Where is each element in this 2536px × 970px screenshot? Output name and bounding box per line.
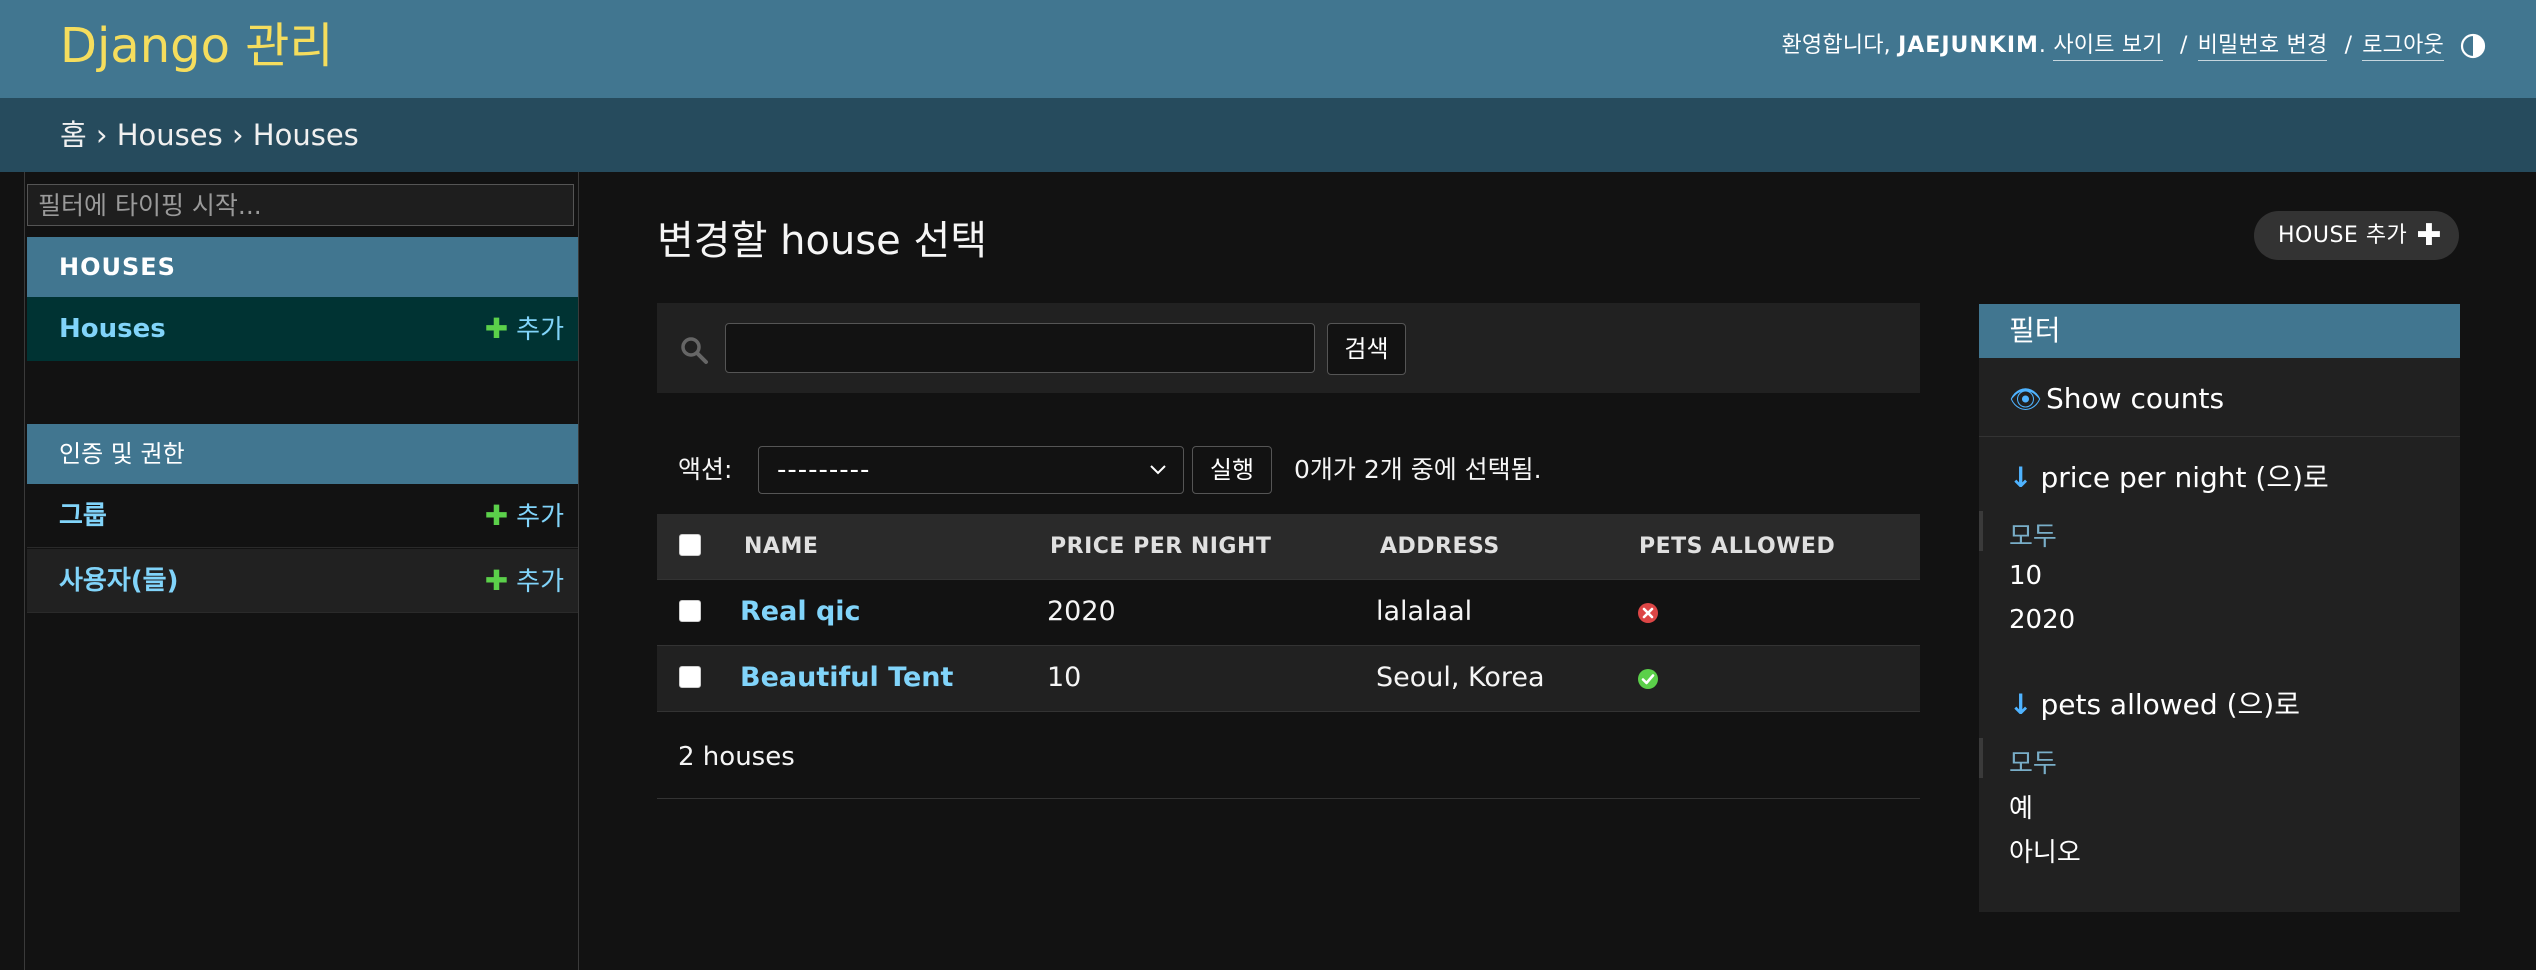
run-action-button[interactable]: 실행 xyxy=(1192,446,1272,494)
filter-heading-pets[interactable]: ↓ pets allowed (으)로 xyxy=(2009,683,2300,723)
filter-title: 필터 xyxy=(1979,304,2460,358)
table-row: Beautiful Tent 10 Seoul, Korea xyxy=(657,646,1920,712)
column-header-price[interactable]: PRICE PER NIGHT xyxy=(1050,514,1271,580)
row-address: Seoul, Korea xyxy=(1376,662,1545,693)
nav-filter-input[interactable] xyxy=(27,184,574,226)
sidebar-item-label[interactable]: 그룹 xyxy=(59,501,107,531)
breadcrumb-separator: › xyxy=(95,118,108,152)
add-group-link[interactable]: ✚ 추가 xyxy=(485,484,564,549)
show-counts-link[interactable]: 👁 Show counts xyxy=(2009,382,2224,415)
header: Django 관리 환영합니다, JAEJUNKIM. 사이트 보기 / 비밀번호… xyxy=(0,0,2536,98)
breadcrumb-home[interactable]: 홈 xyxy=(60,118,87,152)
user-tools: 환영합니다, JAEJUNKIM. 사이트 보기 / 비밀번호 변경 / 로그아웃 xyxy=(1781,28,2444,64)
eye-icon: 👁 xyxy=(2009,385,2043,415)
page-title: 변경할 house 선택 xyxy=(657,218,988,264)
breadcrumb-model: Houses xyxy=(252,118,359,152)
add-house-link[interactable]: ✚ 추가 xyxy=(485,297,564,362)
selected-indicator xyxy=(1979,738,1983,778)
row-price: 2020 xyxy=(1047,596,1116,627)
filter-option[interactable]: 예 xyxy=(2009,788,2033,825)
sidebar-item-groups[interactable]: 그룹 ✚ 추가 xyxy=(27,484,578,548)
filter-option[interactable]: 아니오 xyxy=(2009,832,2081,869)
column-header-address[interactable]: ADDRESS xyxy=(1380,514,1500,580)
column-header-name[interactable]: NAME xyxy=(744,514,818,580)
action-select[interactable]: --------- xyxy=(758,446,1184,494)
paginator: 2 houses xyxy=(657,722,1920,799)
change-password-link[interactable]: 비밀번호 변경 xyxy=(2197,33,2328,61)
module-caption-auth[interactable]: 인증 및 권한 xyxy=(27,424,578,484)
nav-sidebar: HOUSES Houses ✚추가 인증 및 권한 그룹 ✚추가 사용자(들) … xyxy=(24,172,579,970)
chevron-down-icon xyxy=(1150,465,1166,475)
row-name-link[interactable]: Real qic xyxy=(740,580,861,644)
row-checkbox[interactable] xyxy=(679,666,701,688)
search-toolbar: 검색 xyxy=(657,303,1920,393)
plus-icon: ✚ xyxy=(2416,218,2442,253)
table-row: Real qic 2020 lalalaal xyxy=(657,580,1920,646)
welcome-text: 환영합니다, xyxy=(1781,33,1891,58)
add-house-button[interactable]: HOUSE 추가 ✚ xyxy=(2254,211,2459,260)
no-icon xyxy=(1638,603,1658,623)
selected-indicator xyxy=(1979,511,1983,551)
column-header-pets[interactable]: PETS ALLOWED xyxy=(1639,514,1835,580)
breadcrumb-app[interactable]: Houses xyxy=(117,118,223,152)
separator: / xyxy=(2179,33,2188,58)
filter-option-all[interactable]: 모두 xyxy=(2009,743,2057,780)
sidebar-item-houses[interactable]: Houses ✚ 추가 xyxy=(27,297,578,361)
site-branding[interactable]: Django 관리 xyxy=(60,14,334,78)
username: JAEJUNKIM xyxy=(1898,33,2039,58)
add-user-link[interactable]: ✚ 추가 xyxy=(485,549,564,614)
arrow-down-icon: ↓ xyxy=(2009,461,2033,494)
breadcrumb-separator: › xyxy=(231,118,244,152)
row-price: 10 xyxy=(1047,662,1082,693)
actions-label: 액션: xyxy=(678,455,733,484)
breadcrumb: 홈 › Houses › Houses xyxy=(0,98,2536,172)
sidebar-item-users[interactable]: 사용자(들) ✚ 추가 xyxy=(27,549,578,613)
search-input[interactable] xyxy=(725,323,1315,373)
row-checkbox[interactable] xyxy=(679,600,701,622)
filter-panel: 필터 👁 Show counts ↓ price per night (으)로 모두… xyxy=(1979,304,2460,912)
divider xyxy=(1979,436,2460,437)
filter-option-all[interactable]: 모두 xyxy=(2009,516,2057,553)
filter-option[interactable]: 2020 xyxy=(2009,605,2075,635)
search-icon xyxy=(681,337,708,364)
select-all-checkbox[interactable] xyxy=(679,534,701,556)
result-count: 2 houses xyxy=(678,742,795,772)
row-address: lalalaal xyxy=(1376,596,1473,627)
view-site-link[interactable]: 사이트 보기 xyxy=(2053,33,2163,61)
search-button[interactable]: 검색 xyxy=(1327,323,1406,375)
plus-icon: ✚ xyxy=(484,312,509,345)
filter-heading-price[interactable]: ↓ price per night (으)로 xyxy=(2009,456,2329,496)
sidebar-item-label[interactable]: 사용자(들) xyxy=(59,566,178,596)
action-counter: 0개가 2개 중에 선택됨. xyxy=(1294,455,1542,484)
plus-icon: ✚ xyxy=(484,564,509,597)
yes-icon xyxy=(1638,669,1658,689)
arrow-down-icon: ↓ xyxy=(2009,688,2033,721)
table-header: NAME PRICE PER NIGHT ADDRESS PETS ALLOWE… xyxy=(657,514,1920,580)
separator: / xyxy=(2344,33,2353,58)
theme-toggle-icon[interactable] xyxy=(2460,33,2486,59)
module-caption-houses[interactable]: HOUSES xyxy=(27,237,578,297)
row-name-link[interactable]: Beautiful Tent xyxy=(740,646,953,710)
filter-option[interactable]: 10 xyxy=(2009,561,2042,591)
logout-link[interactable]: 로그아웃 xyxy=(2362,33,2444,61)
sidebar-item-label[interactable]: Houses xyxy=(59,314,166,344)
plus-icon: ✚ xyxy=(484,499,509,532)
